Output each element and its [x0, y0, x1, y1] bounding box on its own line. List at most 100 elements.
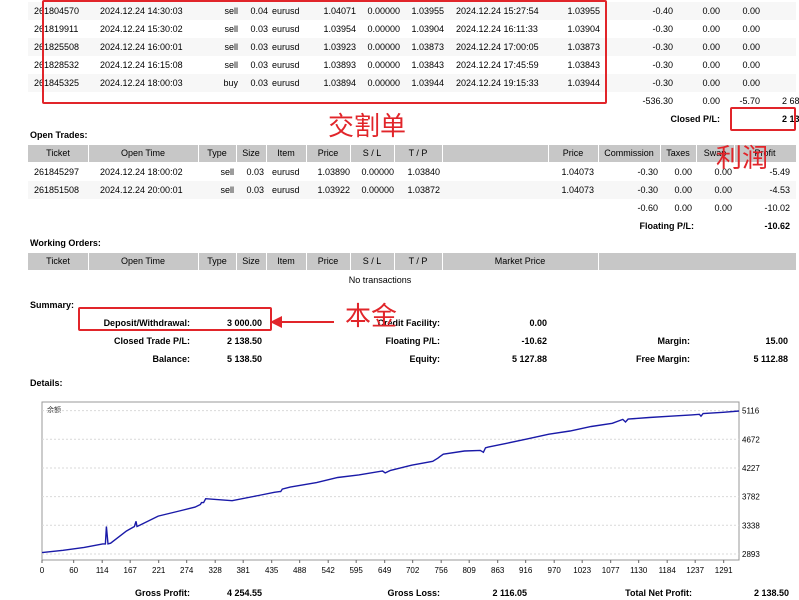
x-tick-label: 381 — [236, 566, 250, 575]
trades-annotation: 交割单 — [328, 112, 407, 142]
col-open-time: Open Time — [120, 148, 166, 158]
x-tick-label: 167 — [124, 566, 138, 575]
floating-pl-label: Floating P/L: — [639, 221, 695, 231]
summary-title: Summary: — [30, 300, 75, 310]
cell-swap: 0.00 — [742, 60, 760, 70]
wo-col-tp: T / P — [408, 256, 428, 266]
cell-price: 1.03890 — [317, 167, 350, 177]
floating-pl-value: -10.62 — [764, 221, 790, 231]
col-price: Price — [317, 148, 339, 158]
cell-taxes: 0.00 — [702, 78, 720, 88]
chart-series-label: 余额 — [47, 405, 61, 414]
net-profit-value: 2 138.50 — [753, 588, 789, 598]
table-row: 261851508 2024.12.24 20:00:01 sell 0.03 euru… — [28, 181, 796, 199]
cell-commission: -0.30 — [637, 167, 658, 177]
cell-taxes: 0.00 — [702, 60, 720, 70]
col-taxes: Taxes — [666, 148, 690, 158]
cell-profit: 1.50 — [760, 74, 799, 92]
cell-ticket: 261851508 — [34, 185, 80, 195]
no-transactions-row: No transactions — [28, 271, 796, 289]
cell-commission: -0.30 — [637, 185, 658, 195]
cell-mprice: 1.04073 — [561, 185, 594, 195]
wo-col-open-time: Open Time — [120, 256, 166, 266]
cell-size: 0.03 — [246, 185, 264, 195]
col-item: Item — [277, 148, 295, 158]
credit-value: 0.00 — [529, 318, 547, 328]
x-tick-label: 435 — [265, 566, 279, 575]
cell-commission: -0.30 — [652, 78, 673, 88]
open-total-taxes: 0.00 — [674, 203, 692, 213]
no-transactions-text: No transactions — [348, 275, 412, 285]
x-tick-label: 649 — [378, 566, 392, 575]
y-tick-label: 4227 — [742, 464, 760, 473]
x-tick-label: 916 — [519, 566, 533, 575]
col-size: Size — [242, 148, 260, 158]
profit-annotation: 利润 — [716, 144, 769, 174]
cell-price: 1.03922 — [317, 185, 350, 195]
cell-type: sell — [220, 185, 234, 195]
cell-sl: 0.00000 — [361, 167, 394, 177]
free-margin-label: Free Margin: — [635, 354, 690, 364]
y-tick-label: 2893 — [742, 550, 760, 559]
cell-open-time: 2024.12.24 18:00:02 — [100, 167, 183, 177]
x-tick-label: 756 — [435, 566, 449, 575]
cell-sl: 0.00000 — [361, 185, 394, 195]
wo-col-ticket: Ticket — [46, 256, 70, 266]
balance-chart: 余额 2893 3338 3782 4227 4672 5116 0 60 114 167 221… — [40, 401, 760, 575]
y-tick-label: 3782 — [742, 493, 760, 502]
cell-swap: 0.00 — [742, 78, 760, 88]
cell-mprice: 1.04073 — [561, 167, 594, 177]
x-tick-label: 221 — [152, 566, 166, 575]
wo-col-market-price: Market Price — [494, 256, 546, 266]
summary-floating-label: Floating P/L: — [385, 336, 441, 346]
cell-swap: 0.00 — [742, 24, 760, 34]
wo-col-type: Type — [207, 256, 227, 266]
cell-commission: -0.30 — [652, 24, 673, 34]
y-tick-label: 3338 — [742, 521, 760, 530]
x-tick-label: 60 — [69, 566, 78, 575]
cell-item: eurusd — [272, 185, 300, 195]
col-type: Type — [207, 148, 227, 158]
col-market-price: Price — [562, 148, 584, 158]
cell-tp: 1.03872 — [407, 185, 440, 195]
cell-taxes: 0.00 — [702, 6, 720, 16]
x-tick-label: 1023 — [573, 566, 591, 575]
balance-value: 5 138.50 — [226, 354, 262, 364]
cell-commission: -0.30 — [652, 42, 673, 52]
wo-col-item: Item — [277, 256, 295, 266]
net-profit-label: Total Net Profit: — [625, 588, 692, 598]
balance-label: Balance: — [152, 354, 190, 364]
chart-y-ticks: 2893 3338 3782 4227 4672 5116 — [742, 407, 760, 559]
cell-item: eurusd — [272, 167, 300, 177]
margin-value: 15.00 — [765, 336, 788, 346]
closed-pl-label: Closed P/L: — [670, 114, 720, 124]
margin-label: Margin: — [657, 336, 691, 346]
cell-taxes: 0.00 — [674, 167, 692, 177]
open-trades-title: Open Trades: — [30, 130, 88, 140]
x-tick-label: 863 — [491, 566, 505, 575]
trades-highlight-box — [42, 0, 607, 104]
col-tp: T / P — [408, 148, 428, 158]
x-tick-label: 542 — [322, 566, 336, 575]
cell-profit: -4.53 — [769, 185, 790, 195]
cell-swap: 0.00 — [714, 185, 732, 195]
details-title: Details: — [30, 378, 63, 388]
total-taxes: 0.00 — [702, 96, 720, 106]
x-tick-label: 488 — [293, 566, 307, 575]
working-orders-title: Working Orders: — [30, 238, 101, 248]
x-tick-label: 274 — [180, 566, 194, 575]
open-total-swap: 0.00 — [714, 203, 732, 213]
cell-taxes: 0.00 — [702, 42, 720, 52]
free-margin-value: 5 112.88 — [753, 354, 788, 364]
x-tick-label: 702 — [406, 566, 420, 575]
cell-swap: 0.00 — [742, 6, 760, 16]
cell-taxes: 0.00 — [674, 185, 692, 195]
equity-label: Equity: — [409, 354, 441, 364]
open-totals-row: -0.60 0.00 0.00 -10.02 — [28, 199, 796, 217]
closed-trade-label: Closed Trade P/L: — [113, 336, 190, 346]
wo-col-sl: S / L — [362, 256, 382, 266]
col-sl: S / L — [362, 148, 382, 158]
gross-profit-value: 4 254.55 — [226, 588, 262, 598]
cell-open-time: 2024.12.24 20:00:01 — [100, 185, 183, 195]
cell-profit: 4.64 — [760, 2, 799, 20]
